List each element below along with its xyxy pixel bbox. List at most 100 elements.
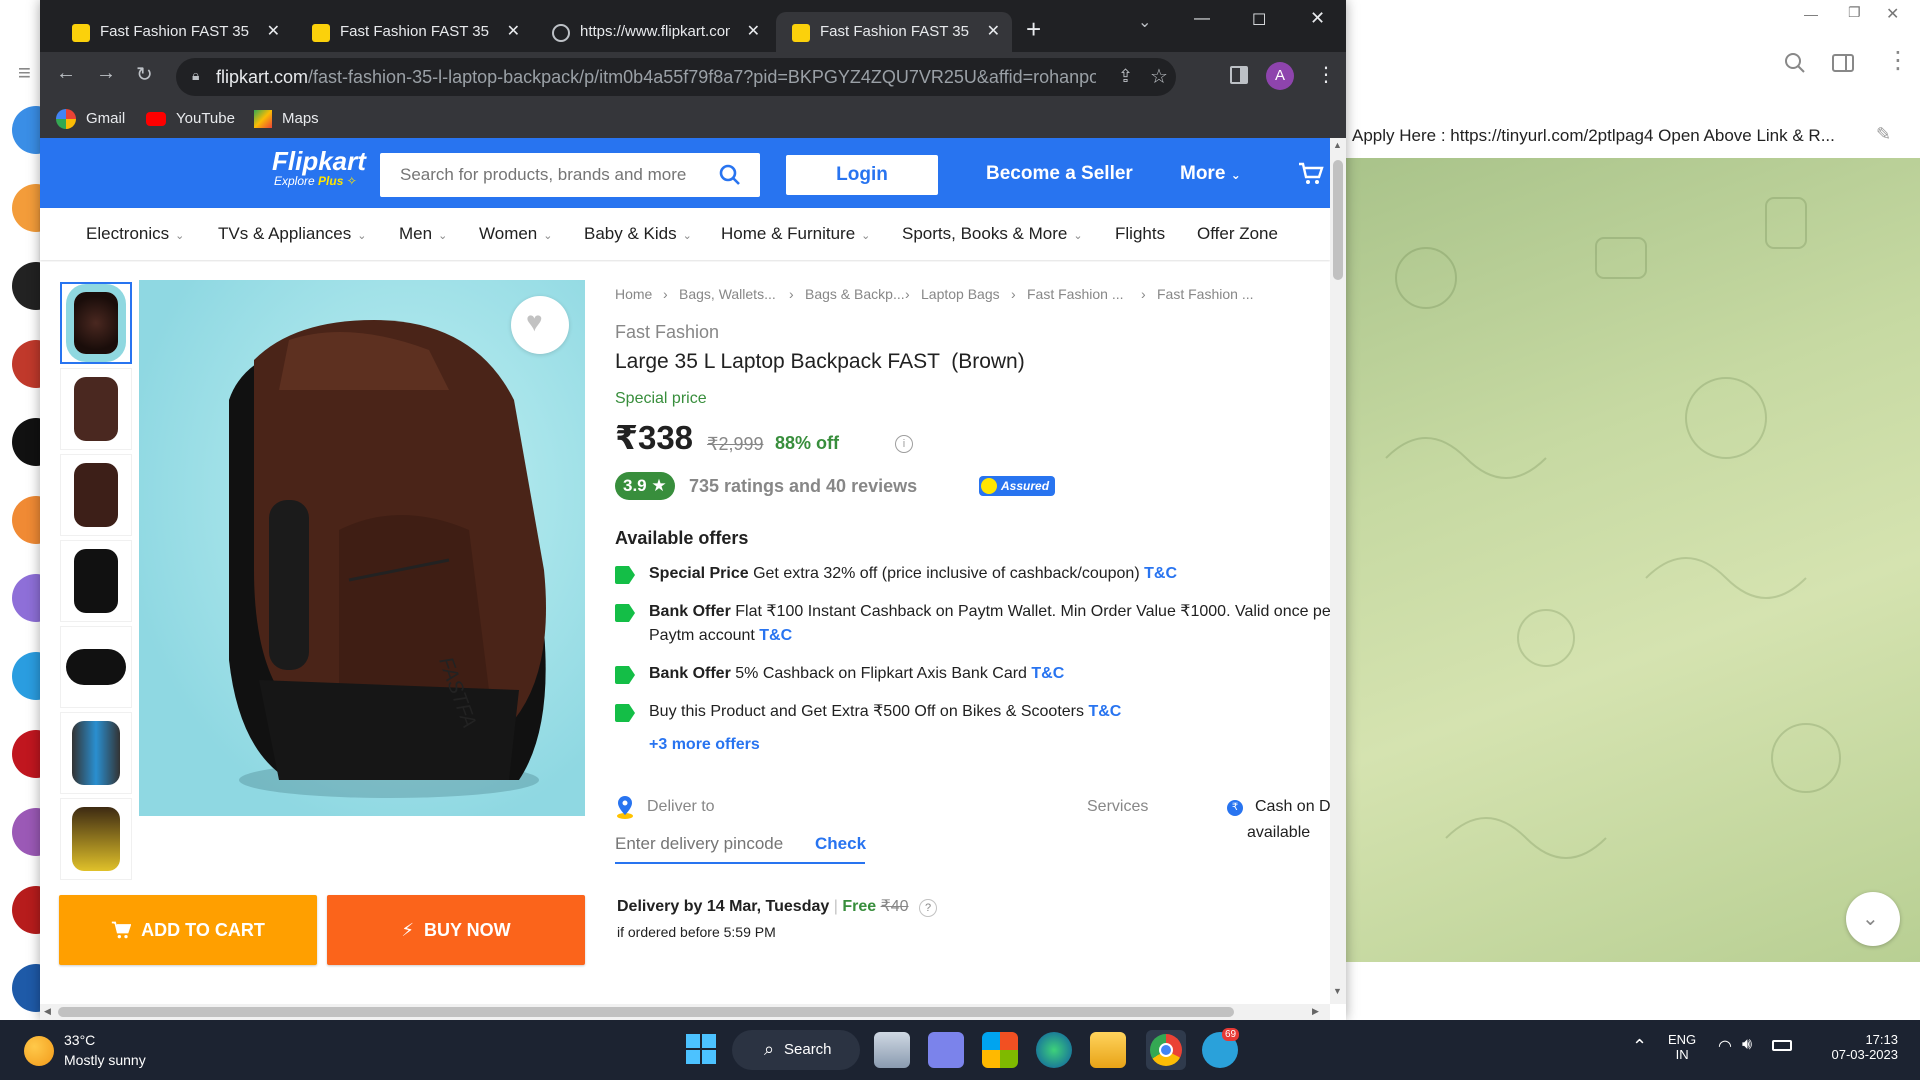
back-icon[interactable]: ← <box>56 62 76 85</box>
category-home-furniture[interactable]: Home & Furniture ⌄ <box>721 224 870 244</box>
new-tab-button[interactable]: + <box>1026 14 1041 45</box>
category-men[interactable]: Men ⌄ <box>399 224 447 244</box>
search-icon[interactable] <box>1784 52 1806 74</box>
teams-chat-icon[interactable] <box>928 1032 964 1068</box>
search-icon[interactable] <box>718 163 742 187</box>
bookmark-maps[interactable]: Maps <box>282 110 319 127</box>
forward-icon[interactable]: → <box>96 62 116 85</box>
breadcrumb-bags-backpacks[interactable]: Bags & Backp... <box>805 286 905 302</box>
minimize-icon[interactable]: — <box>1194 10 1210 28</box>
more-menu[interactable]: More ⌄ <box>1180 163 1241 185</box>
thumbnail-5[interactable] <box>60 626 132 708</box>
more-options-icon[interactable]: ⋮ <box>1886 46 1910 75</box>
category-offer-zone[interactable]: Offer Zone <box>1197 224 1278 244</box>
message-input-area[interactable] <box>1346 962 1920 1020</box>
pin-list-icon[interactable]: ✎ <box>1876 124 1891 145</box>
category-baby-kids[interactable]: Baby & Kids ⌄ <box>584 224 692 244</box>
thumbnail-4[interactable] <box>60 540 132 622</box>
close-window-icon[interactable]: ✕ <box>1310 8 1325 29</box>
close-tab-icon[interactable]: ✕ <box>507 21 520 41</box>
breadcrumb-bags-wallets[interactable]: Bags, Wallets... <box>679 286 776 302</box>
restore-icon[interactable]: ❐ <box>1848 4 1861 21</box>
edge-icon[interactable] <box>1036 1032 1072 1068</box>
scrollbar-thumb[interactable] <box>58 1007 1234 1017</box>
category-tvs-appliances[interactable]: TVs & Appliances ⌄ <box>218 224 366 244</box>
share-icon[interactable]: ⇪ <box>1118 66 1133 87</box>
lock-icon[interactable]: 🔒︎ <box>192 67 199 84</box>
search-input[interactable] <box>380 153 710 197</box>
horizontal-scrollbar[interactable]: ◀ ▶ <box>40 1004 1330 1020</box>
bookmark-gmail[interactable]: Gmail <box>86 110 125 127</box>
thumbnail-6[interactable] <box>60 712 132 794</box>
scroll-down-icon[interactable]: ▼ <box>1333 986 1342 996</box>
profile-avatar[interactable]: A <box>1266 62 1294 90</box>
pincode-field[interactable]: Check <box>615 826 866 864</box>
cart-icon[interactable] <box>1298 162 1324 186</box>
side-panel-icon[interactable] <box>1230 66 1248 84</box>
ratings-reviews-link[interactable]: 735 ratings and 40 reviews <box>689 476 917 497</box>
pincode-input[interactable] <box>615 834 795 854</box>
maximize-icon[interactable]: ☐ <box>1252 10 1266 30</box>
scroll-up-icon[interactable]: ▲ <box>1333 140 1342 150</box>
sidebar-toggle-icon[interactable] <box>1832 52 1854 74</box>
close-tab-icon[interactable]: ✕ <box>267 21 280 41</box>
clock[interactable]: 17:13 07-03-2023 <box>1818 1032 1899 1062</box>
browser-tab[interactable]: Fast Fashion FAST 35 L L ✕ <box>296 12 532 52</box>
scrollbar-thumb[interactable] <box>1333 160 1343 280</box>
thumbnail-2[interactable] <box>60 368 132 450</box>
buy-now-button[interactable]: ⚡︎ BUY NOW <box>327 895 585 965</box>
offer-tc-link[interactable]: T&C <box>759 627 792 644</box>
check-button[interactable]: Check <box>815 834 866 854</box>
pinned-message[interactable]: Apply Here : https://tinyurl.com/2ptlpag… <box>1346 112 1920 162</box>
browser-tab-active[interactable]: Fast Fashion FAST 35 L L ✕ <box>776 12 1012 52</box>
file-explorer-icon[interactable] <box>1090 1032 1126 1068</box>
breadcrumb-home[interactable]: Home <box>615 286 652 302</box>
close-tab-icon[interactable]: ✕ <box>987 21 1000 41</box>
telegram-icon[interactable]: 69 <box>1202 1028 1240 1068</box>
product-image[interactable]: FASTFA ♥ <box>139 280 585 816</box>
weather-icon[interactable] <box>24 1036 54 1066</box>
battery-icon[interactable] <box>1772 1040 1792 1051</box>
volume-icon[interactable]: 🔊︎ <box>1742 1036 1752 1054</box>
scroll-left-icon[interactable]: ◀ <box>44 1006 51 1017</box>
offer-tc-link[interactable]: T&C <box>1088 703 1121 720</box>
weather-description[interactable]: Mostly sunny <box>64 1052 146 1068</box>
category-women[interactable]: Women ⌄ <box>479 224 552 244</box>
wishlist-button[interactable]: ♥ <box>511 296 569 354</box>
bookmark-star-icon[interactable]: ☆ <box>1150 64 1168 89</box>
become-seller-link[interactable]: Become a Seller <box>986 163 1133 185</box>
category-electronics[interactable]: Electronics ⌄ <box>86 224 184 244</box>
scroll-right-icon[interactable]: ▶ <box>1312 1006 1319 1017</box>
wifi-icon[interactable]: ◠ <box>1718 1036 1732 1056</box>
browser-tab[interactable]: https://www.flipkart.com ✕ <box>536 12 772 52</box>
category-sports-books[interactable]: Sports, Books & More ⌄ <box>902 224 1083 244</box>
chrome-taskbar-button[interactable] <box>1146 1030 1186 1070</box>
add-to-cart-button[interactable]: ADD TO CART <box>59 895 317 965</box>
offer-tc-link[interactable]: T&C <box>1144 565 1177 582</box>
thumbnail-3[interactable] <box>60 454 132 536</box>
language-indicator[interactable]: ENG IN <box>1668 1032 1696 1062</box>
weather-temp[interactable]: 33°C <box>64 1032 95 1048</box>
chrome-menu-icon[interactable]: ⋮ <box>1316 62 1336 87</box>
store-icon[interactable] <box>982 1032 1018 1068</box>
minimize-icon[interactable]: — <box>1804 6 1818 22</box>
search-bar[interactable] <box>380 153 760 197</box>
taskbar-search[interactable]: ⌕ Search <box>732 1030 860 1070</box>
login-button[interactable]: Login <box>786 155 938 195</box>
scroll-down-button[interactable]: ⌄ <box>1846 892 1900 946</box>
browser-tab[interactable]: Fast Fashion FAST 35 L L ✕ <box>56 12 292 52</box>
close-tab-icon[interactable]: ✕ <box>747 21 760 41</box>
close-icon[interactable]: ✕ <box>1886 4 1899 24</box>
flipkart-logo[interactable]: Flipkart Explore Plus ✧ <box>272 148 366 188</box>
thumbnail-7[interactable] <box>60 798 132 880</box>
breadcrumb-fast-fashion-product[interactable]: Fast Fashion ... <box>1157 286 1253 302</box>
vertical-scrollbar[interactable]: ▲ ▼ <box>1330 138 1346 1004</box>
windows-start-icon[interactable] <box>686 1034 718 1066</box>
breadcrumb-fast-fashion[interactable]: Fast Fashion ... <box>1027 286 1123 302</box>
menu-icon[interactable]: ≡ <box>18 60 31 86</box>
task-view-icon[interactable] <box>874 1032 910 1068</box>
thumbnail-1[interactable] <box>60 282 132 364</box>
breadcrumb-laptop-bags[interactable]: Laptop Bags <box>921 286 1000 302</box>
address-bar[interactable]: 🔒︎ flipkart.com/fast-fashion-35-l-laptop… <box>176 58 1176 96</box>
bookmark-youtube[interactable]: YouTube <box>176 110 235 127</box>
